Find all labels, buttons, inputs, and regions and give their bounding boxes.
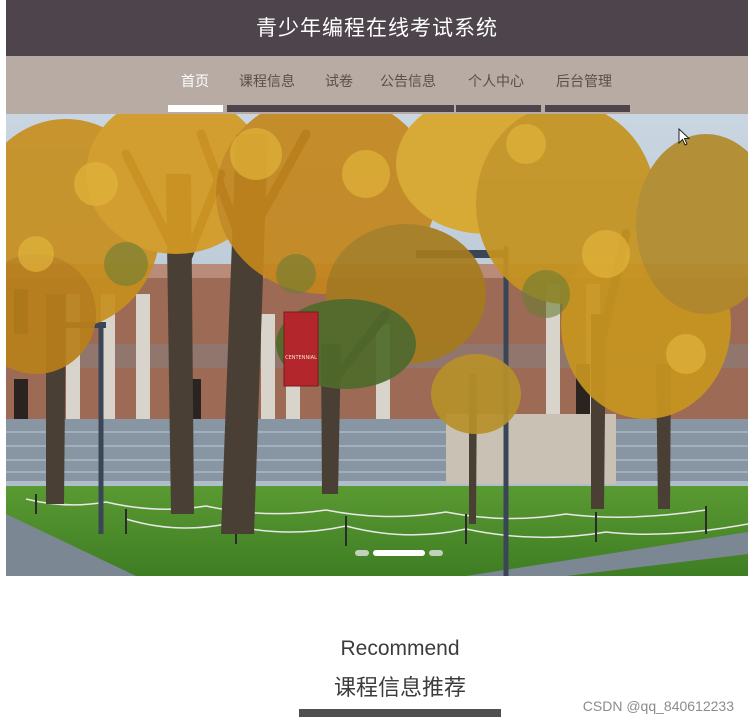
campus-photo: CENTENNIAL xyxy=(6,114,748,576)
nav-item-exams[interactable]: 试卷 xyxy=(325,71,353,91)
carousel-dot-2[interactable] xyxy=(373,550,425,556)
nav-item-home[interactable]: 首页 xyxy=(181,71,209,91)
csdn-watermark: CSDN @qq_840612233 xyxy=(582,698,734,714)
nav-item-admin[interactable]: 后台管理 xyxy=(556,71,612,91)
nav-item-profile[interactable]: 个人中心 xyxy=(468,71,524,91)
recommend-underline xyxy=(299,709,501,717)
nav-underline-home xyxy=(168,105,223,112)
carousel-dot-1[interactable] xyxy=(355,550,369,556)
recommend-title-en: Recommend xyxy=(340,637,460,660)
nav-item-announcements[interactable]: 公告信息 xyxy=(380,71,436,91)
main-nav: 首页 课程信息 试卷 公告信息 个人中心 后台管理 xyxy=(6,56,748,114)
nav-item-courses[interactable]: 课程信息 xyxy=(239,71,295,91)
site-title: 青少年编程在线考试系统 xyxy=(256,16,498,40)
nav-underline-profile xyxy=(456,105,541,112)
banner-sign-text: CENTENNIAL xyxy=(285,355,317,361)
nav-underline-courses xyxy=(227,105,454,112)
hero-carousel[interactable]: CENTENNIAL xyxy=(6,114,748,576)
nav-underline-admin xyxy=(545,105,630,112)
mouse-cursor-icon xyxy=(678,128,690,146)
site-header: 青少年编程在线考试系统 xyxy=(6,0,748,56)
carousel-dot-3[interactable] xyxy=(429,550,443,556)
